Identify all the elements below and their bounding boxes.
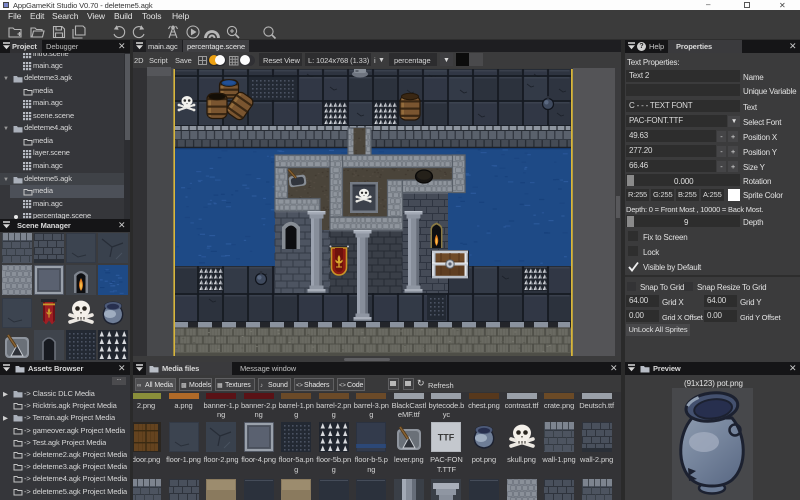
svg-text:TTF: TTF <box>438 433 455 443</box>
